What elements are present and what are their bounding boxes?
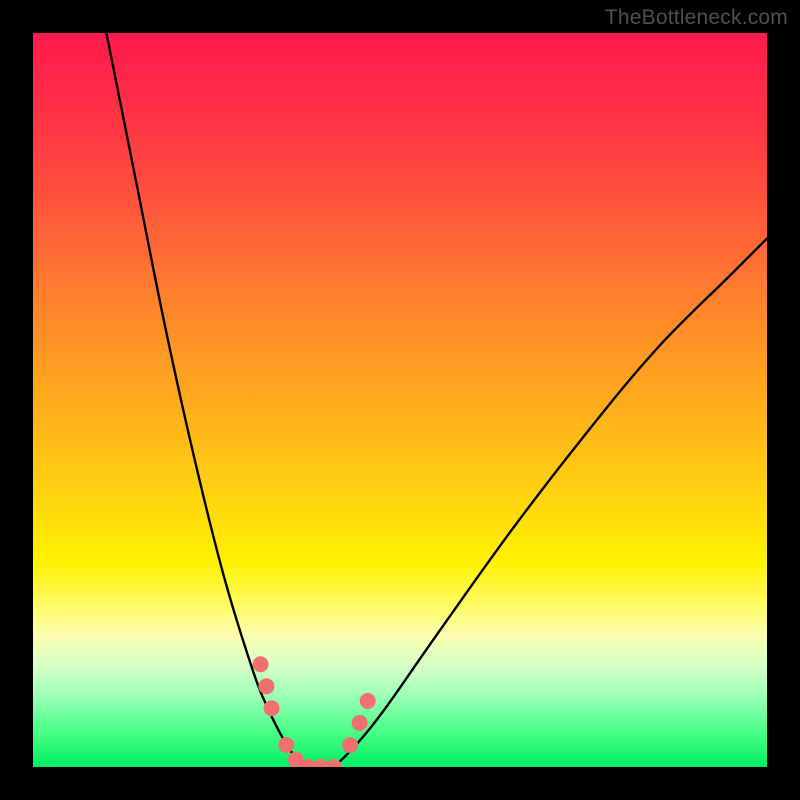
- series-left-curve: [106, 33, 308, 767]
- branding-watermark: TheBottleneck.com: [605, 6, 788, 30]
- curve-layer: [106, 33, 767, 767]
- chart-svg: [33, 33, 767, 767]
- marker-layer: [253, 656, 376, 767]
- marker-point: [264, 700, 280, 716]
- series-right-curve: [334, 239, 767, 767]
- chart-frame: TheBottleneck.com: [0, 0, 800, 800]
- marker-point: [253, 656, 269, 672]
- marker-point: [352, 715, 368, 731]
- marker-point: [360, 693, 376, 709]
- marker-point: [278, 737, 294, 753]
- plot-area: [33, 33, 767, 767]
- marker-point: [342, 737, 358, 753]
- marker-point: [258, 678, 274, 694]
